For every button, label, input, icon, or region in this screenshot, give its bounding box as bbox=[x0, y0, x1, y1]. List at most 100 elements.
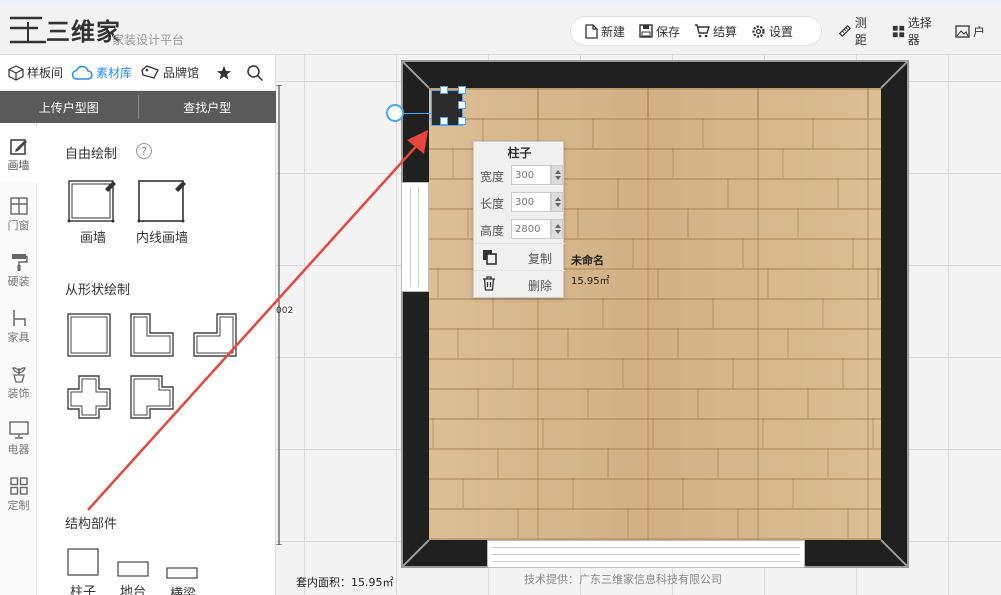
sidebar-item-label: 门窗 bbox=[7, 219, 30, 232]
help-icon[interactable]: ? bbox=[136, 143, 152, 159]
beam-tool[interactable] bbox=[166, 567, 198, 582]
room-area-label: 15.95㎡ bbox=[571, 276, 610, 287]
structure-title: 结构部件 bbox=[65, 517, 118, 532]
shape-t-tool[interactable] bbox=[67, 375, 111, 422]
tab-sample-rooms[interactable]: 样板间 bbox=[8, 64, 63, 81]
rotate-handle[interactable] bbox=[386, 104, 404, 122]
resize-handle[interactable] bbox=[440, 86, 448, 94]
search-icon[interactable] bbox=[246, 64, 264, 82]
selector-button[interactable]: 选择器 bbox=[892, 14, 939, 48]
shape-l-tool[interactable] bbox=[130, 313, 174, 360]
copy-icon bbox=[483, 249, 497, 265]
draw-tools-panel: 自由绘制 ? 画墙 内线画墙 从形状绘制 结构部件 柱子 地台 横梁 bbox=[37, 123, 276, 595]
beam-label: 横梁 bbox=[170, 587, 197, 595]
shape-draw-title: 从形状绘制 bbox=[65, 283, 131, 298]
tab-brand-hall-label: 品牌馆 bbox=[163, 66, 200, 80]
brand-slogan: 家装设计平台 bbox=[112, 33, 185, 47]
measure-button[interactable]: 测距 bbox=[838, 14, 876, 48]
sidebar-item-label: 定制 bbox=[7, 499, 30, 512]
floor-plank-row bbox=[429, 388, 881, 418]
height-row: 高度 bbox=[474, 216, 565, 242]
sidebar-item-label: 家具 bbox=[7, 331, 30, 344]
resize-handle[interactable] bbox=[458, 86, 466, 94]
room-name-label[interactable]: 未命名 bbox=[571, 252, 604, 268]
sidebar-item-decoration[interactable]: 装饰 bbox=[0, 355, 37, 411]
resize-handle[interactable] bbox=[458, 101, 466, 109]
length-label: 长度 bbox=[480, 197, 505, 211]
gear-icon bbox=[752, 24, 765, 38]
length-stepper[interactable] bbox=[551, 192, 563, 212]
selector-button-label: 选择器 bbox=[907, 16, 932, 47]
floor-plank-row bbox=[429, 298, 881, 328]
sidebar-item-furniture[interactable]: 家具 bbox=[0, 299, 37, 355]
checkout-button[interactable]: 结算 bbox=[694, 23, 737, 40]
width-input[interactable] bbox=[511, 165, 551, 185]
cart-icon bbox=[695, 24, 711, 38]
new-file-icon bbox=[585, 23, 598, 39]
category-sidebar: 画墙 门窗 硬装 家具 装饰 电器 定制 bbox=[0, 123, 37, 595]
floorplan-image-button[interactable]: 户 bbox=[955, 23, 985, 40]
height-stepper[interactable] bbox=[551, 219, 563, 239]
delete-button[interactable]: 删除 bbox=[474, 270, 565, 296]
left-wall-door[interactable] bbox=[401, 182, 429, 292]
cloud-icon bbox=[71, 65, 93, 80]
dimension-label: 002 bbox=[276, 306, 294, 316]
notch-room-icon bbox=[130, 375, 174, 419]
find-floorplan-button[interactable]: 查找户型 bbox=[139, 91, 277, 123]
shape-square-tool[interactable] bbox=[67, 313, 111, 360]
shape-notch-tool[interactable] bbox=[130, 375, 174, 422]
plant-icon bbox=[11, 367, 26, 383]
resize-handle[interactable] bbox=[440, 117, 448, 125]
rotation-line bbox=[404, 113, 432, 114]
sidebar-item-appliances[interactable]: 电器 bbox=[0, 411, 37, 467]
room-plan[interactable]: 未命名 15.95㎡ bbox=[386, 60, 909, 568]
sidebar-item-draw-wall[interactable]: 画墙 bbox=[0, 127, 37, 183]
sidebar-item-hard-decor[interactable]: 硬装 bbox=[0, 243, 37, 299]
sidebar-item-custom[interactable]: 定制 bbox=[0, 467, 37, 523]
l-shape-room-icon bbox=[130, 313, 174, 357]
save-button-label: 保存 bbox=[656, 24, 681, 39]
checkout-button-label: 结算 bbox=[713, 24, 738, 39]
platform-icon bbox=[117, 561, 149, 577]
design-canvas[interactable]: 002 未命名 15.95㎡ 柱子 宽度 300 长度 300 高度 2800 … bbox=[276, 55, 1001, 595]
star-icon[interactable] bbox=[216, 65, 232, 81]
floor-plank-row bbox=[429, 328, 881, 358]
measure-button-label: 测距 bbox=[854, 16, 867, 47]
popup-title: 柱子 bbox=[507, 145, 532, 160]
floor-plank-row bbox=[429, 448, 881, 478]
bottom-wall-window[interactable] bbox=[487, 540, 805, 568]
reverse-l-room-icon bbox=[193, 313, 237, 357]
selected-pillar[interactable] bbox=[386, 86, 466, 126]
width-stepper[interactable] bbox=[551, 165, 563, 185]
height-input[interactable] bbox=[511, 219, 551, 239]
upload-floorplan-button[interactable]: 上传户型图 bbox=[0, 91, 138, 123]
inner-wall-tool[interactable] bbox=[137, 177, 189, 226]
new-button[interactable]: 新建 bbox=[585, 23, 625, 40]
tab-brand-hall[interactable]: 品牌馆 bbox=[140, 64, 199, 81]
monitor-icon bbox=[8, 421, 29, 439]
delete-label: 删除 bbox=[528, 279, 553, 293]
platform-tool[interactable] bbox=[117, 561, 149, 580]
left-panel: 样板间 素材库 品牌馆 上传户型图 查找户型 画墙 门窗 硬装 家具 装饰 电器… bbox=[0, 55, 276, 595]
sidebar-item-label: 电器 bbox=[7, 443, 30, 456]
floor-plank-row bbox=[429, 88, 881, 118]
new-button-label: 新建 bbox=[601, 24, 626, 39]
header-top-strip bbox=[0, 0, 1001, 4]
save-button[interactable]: 保存 bbox=[639, 23, 680, 40]
copy-button[interactable]: 复制 bbox=[474, 243, 565, 269]
pillar-tool[interactable] bbox=[67, 548, 99, 579]
draw-wall-label: 画墙 bbox=[80, 231, 107, 246]
length-input[interactable] bbox=[511, 192, 551, 212]
resize-handle[interactable] bbox=[458, 117, 466, 125]
draw-wall-tool[interactable] bbox=[67, 177, 119, 226]
brand-logo-icon bbox=[10, 16, 46, 44]
file-toolbar: 新建 保存 结算 设置 bbox=[570, 16, 822, 46]
app-window: 三维家 家装设计平台 新建 保存 结算 设置 测距 选择器 户 样板间 素材库 … bbox=[0, 0, 1001, 595]
sidebar-item-doors-windows[interactable]: 门窗 bbox=[0, 187, 37, 243]
floor-plank-row bbox=[429, 358, 881, 388]
tab-material-library[interactable]: 素材库 bbox=[71, 64, 132, 81]
floor-plank-row bbox=[429, 478, 881, 508]
shape-reverse-l-tool[interactable] bbox=[193, 313, 237, 360]
settings-button[interactable]: 设置 bbox=[751, 23, 793, 40]
window-icon bbox=[9, 197, 28, 215]
